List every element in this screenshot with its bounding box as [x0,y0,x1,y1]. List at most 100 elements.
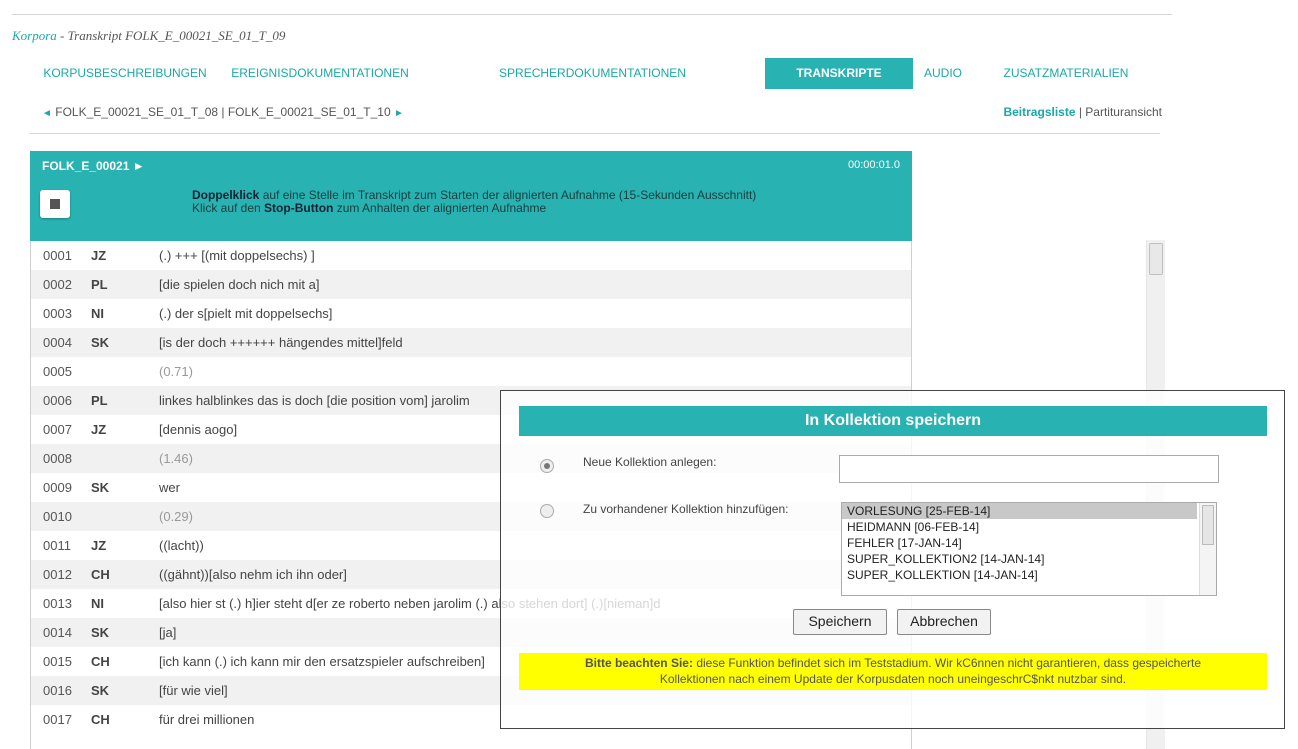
radio-new-collection[interactable] [540,459,554,473]
utterance-text[interactable]: [für wie viel] [159,676,228,705]
breadcrumb-separator: - [56,28,68,43]
save-collection-dialog: In Kollektion speichern Neue Kollektion … [500,390,1285,729]
row-number: 0007 [43,422,72,437]
pager-separator: | [218,105,228,119]
dialog-title: In Kollektion speichern [519,406,1267,436]
warning-bold: Bitte beachten Sie: [584,656,693,670]
collection-listbox[interactable]: VORLESUNG [25-FEB-14] HEIDMANN [06-FEB-1… [841,502,1217,596]
utterance-text[interactable]: (1.46) [159,444,193,473]
utterance-text[interactable]: (.) der s[pielt mit doppelsechs] [159,299,332,328]
listbox-scroll-thumb[interactable] [1202,505,1214,545]
speaker-code: JZ [91,248,107,263]
breadcrumb-link-korpora[interactable]: Korpora [12,28,57,43]
hint-bold-stop: Stop-Button [264,201,334,215]
next-arrow-icon[interactable]: ► [394,108,404,119]
utterance-text[interactable]: linkes halblinkes das is doch [die posit… [159,386,470,415]
utterance-text[interactable]: [ja] [159,618,176,647]
tab-transkripte[interactable]: TRANSKRIPTE [765,58,913,89]
tab-sprecherdokumentationen[interactable]: SPRECHERDOKUMENTATIONEN [420,58,765,89]
utterance-text[interactable]: (0.71) [159,357,193,386]
transcript-row[interactable]: 0004 SK [is der doch ++++++ hängendes mitt… [31,328,911,357]
listbox-scrollbar[interactable] [1199,503,1216,595]
speaker-code: PL [91,277,108,292]
speaker-code: PL [91,393,108,408]
speaker-code: JZ [91,538,107,553]
hint-bold-doppelklick: Doppelklick [192,188,260,202]
warning-line2: Kollektionen nach einem Update der Korpu… [659,672,1127,686]
row-number: 0002 [43,277,72,292]
divider [30,133,1160,134]
next-transcript-link[interactable]: FOLK_E_00021_SE_01_T_10 [228,105,391,119]
utterance-text[interactable]: [dennis aogo] [159,415,237,444]
player-hint: Doppelklick auf eine Stelle im Transkrip… [192,189,756,215]
prev-transcript-link[interactable]: FOLK_E_00021_SE_01_T_08 [55,105,218,119]
row-number: 0009 [43,480,72,495]
stop-button[interactable] [40,190,70,218]
utterance-text[interactable]: (0.29) [159,502,193,531]
speaker-code: SK [91,335,110,350]
warning-line1: diese Funktion befindet sich im Teststad… [692,656,1202,670]
row-number: 0010 [43,509,72,524]
prev-arrow-icon[interactable]: ◄ [42,108,52,119]
transcript-row[interactable]: 0005 (0.71) [31,357,911,386]
view-partituransicht[interactable]: Partituransicht [1085,105,1162,119]
hint-line2-rest: zum Anhalten der alignierten Aufnahme [333,201,547,215]
transcript-row[interactable]: 0003 NI (.) der s[pielt mit doppelsechs] [31,299,911,328]
transcript-pager: ◄ FOLK_E_00021_SE_01_T_08 | FOLK_E_00021… [42,105,404,119]
scrollbar-thumb[interactable] [1149,243,1163,275]
row-number: 0008 [43,451,72,466]
utterance-text[interactable]: für drei millionen [159,705,254,734]
speaker-code: CH [91,712,110,727]
collection-option[interactable]: SUPER_KOLLEKTION [14-JAN-14] [842,567,1197,583]
speaker-code: NI [91,596,104,611]
main-nav: KORPUSBESCHREIBUNGEN EREIGNISDOKUMENTATI… [30,58,1176,89]
new-collection-input[interactable] [839,455,1219,483]
hint-line2-pre: Klick auf den [192,201,265,215]
utterance-text[interactable]: [is der doch ++++++ hängendes mittel]fel… [159,328,403,357]
utterance-text[interactable]: wer [159,473,180,502]
label-new-collection: Neue Kollektion anlegen: [583,455,717,469]
row-number: 0001 [43,248,72,263]
row-number: 0011 [43,538,71,553]
tab-korpusbeschreibungen[interactable]: KORPUSBESCHREIBUNGEN [30,58,220,89]
utterance-text[interactable]: [die spielen doch nich mit a] [159,270,319,299]
view-switch: Beitragsliste | Partituransicht [1003,105,1162,119]
radio-existing-collection[interactable] [540,504,554,518]
utterance-text[interactable]: ((gähnt))[also nehm ich ihn oder] [159,560,347,589]
row-number: 0005 [43,364,72,379]
row-number: 0016 [43,683,72,698]
collection-option[interactable]: VORLESUNG [25-FEB-14] [842,503,1197,519]
label-existing-collection: Zu vorhandener Kollektion hinzufügen: [583,502,789,516]
row-number: 0017 [43,712,72,727]
speaker-code: NI [91,306,104,321]
player-corpus-label[interactable]: FOLK_E_00021 ► [42,159,145,173]
utterance-text[interactable]: ((lacht)) [159,531,204,560]
transcript-row[interactable]: 0001 JZ (.) +++ [(mit doppelsechs) ] [31,241,911,270]
save-button[interactable]: Speichern [793,609,887,635]
player-time: 00:00:01.0 [848,159,900,171]
tab-ereignisdokumentationen[interactable]: EREIGNISDOKUMENTATIONEN [220,58,420,89]
breadcrumb-current: Transkript FOLK_E_00021_SE_01_T_09 [67,28,286,43]
utterance-text[interactable]: [ich kann (.) ich kann mir den ersatzspi… [159,647,485,676]
cancel-button[interactable]: Abbrechen [897,609,991,635]
test-stage-warning: Bitte beachten Sie: diese Funktion befin… [519,653,1267,690]
row-number: 0012 [43,567,72,582]
utterance-text[interactable]: (.) +++ [(mit doppelsechs) ] [159,241,315,270]
speaker-code: CH [91,654,110,669]
view-beitragsliste[interactable]: Beitragsliste [1003,105,1075,119]
speaker-code: CH [91,567,110,582]
breadcrumb: Korpora - Transkript FOLK_E_00021_SE_01_… [12,28,285,44]
collection-option[interactable]: SUPER_KOLLEKTION2 [14-JAN-14] [842,551,1197,567]
transcript-row[interactable]: 0002 PL [die spielen doch nich mit a] [31,270,911,299]
collection-option[interactable]: HEIDMANN [06-FEB-14] [842,519,1197,535]
tab-zusatzmaterialien[interactable]: ZUSATZMATERIALIEN [973,58,1159,89]
speaker-code: SK [91,625,110,640]
tab-audio[interactable]: AUDIO [913,58,973,89]
collection-option[interactable]: FEHLER [17-JAN-14] [842,535,1197,551]
view-separator: | [1075,105,1086,119]
top-divider [12,14,1172,15]
speaker-code: SK [91,683,110,698]
row-number: 0015 [43,654,72,669]
row-number: 0006 [43,393,72,408]
speaker-code: JZ [91,422,107,437]
